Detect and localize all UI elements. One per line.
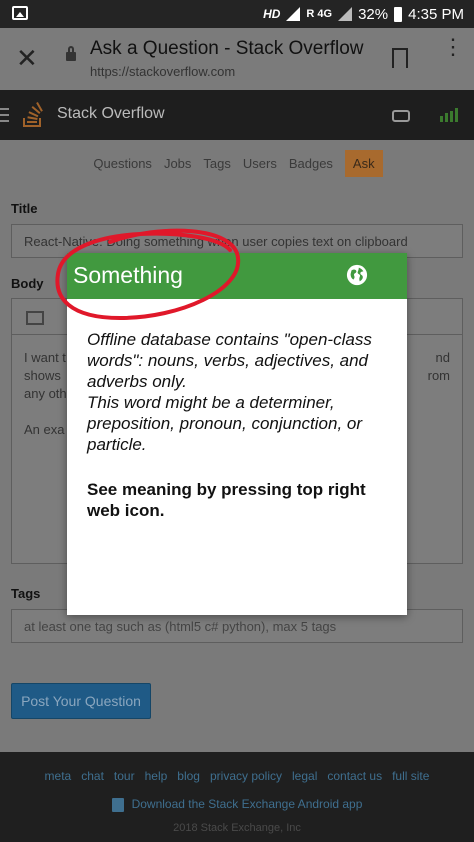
image-notification-icon xyxy=(12,6,28,20)
phone-icon xyxy=(111,797,124,812)
nav-users[interactable]: Users xyxy=(241,150,279,177)
nav-jobs[interactable]: Jobs xyxy=(162,150,193,177)
footer-link-legal[interactable]: legal xyxy=(292,769,317,783)
footer-link-tour[interactable]: tour xyxy=(114,769,135,783)
popup-message-line-2: This word might be a determiner, preposi… xyxy=(87,393,363,454)
popup-hint: See meaning by pressing top right web ic… xyxy=(87,480,366,520)
nav-ask[interactable]: Ask xyxy=(344,150,383,177)
footer-links: meta chat tour help blog privacy policy … xyxy=(0,769,474,783)
body-line-2-end: rom xyxy=(427,368,450,383)
popup-word: Something xyxy=(73,262,183,288)
reputation-icon[interactable] xyxy=(440,108,460,122)
tags-label: Tags xyxy=(11,586,41,601)
popup-header: Something xyxy=(67,253,407,299)
browser-url[interactable]: https://stackoverflow.com xyxy=(90,64,235,79)
site-nav: Questions Jobs Tags Users Badges Ask xyxy=(0,150,474,177)
nav-tags[interactable]: Tags xyxy=(201,150,232,177)
stackoverflow-logo-icon[interactable] xyxy=(22,100,44,128)
battery-icon xyxy=(394,6,403,22)
download-app-link[interactable]: Download the Stack Exchange Android app xyxy=(0,797,474,812)
title-label: Title xyxy=(11,201,38,216)
browser-toolbar: ✕ Ask a Question - Stack Overflow https:… xyxy=(0,28,474,90)
popup-message-line-1: Offline database contains "open-class wo… xyxy=(87,330,372,391)
copyright: 2018 Stack Exchange, Inc xyxy=(173,822,301,834)
site-header: Stack Overflow xyxy=(0,90,474,140)
nav-badges[interactable]: Badges xyxy=(287,150,335,177)
footer-link-chat[interactable]: chat xyxy=(81,769,104,783)
hd-indicator: HD xyxy=(263,7,281,21)
body-label: Body xyxy=(11,276,44,291)
network-type: R 4G xyxy=(306,8,333,20)
footer-link-meta[interactable]: meta xyxy=(45,769,72,783)
body-line-1: I want t xyxy=(24,350,66,365)
signal-icon xyxy=(286,7,301,21)
lock-icon xyxy=(66,46,76,61)
post-question-button[interactable]: Post Your Question xyxy=(11,683,151,719)
dictionary-popup: Something Offline database contains "ope… xyxy=(67,253,407,615)
bookmark-icon[interactable] xyxy=(392,48,408,70)
web-globe-icon[interactable] xyxy=(346,264,368,286)
status-bar: HD R 4G 32% 4:35 PM xyxy=(0,0,474,28)
body-line-1-end: nd xyxy=(435,350,450,365)
battery-percent: 32% xyxy=(358,5,389,23)
footer-link-privacy[interactable]: privacy policy xyxy=(210,769,282,783)
nav-questions[interactable]: Questions xyxy=(91,150,154,177)
popup-message: Offline database contains "open-class wo… xyxy=(87,329,397,455)
close-icon[interactable]: ✕ xyxy=(16,44,38,72)
status-icons: HD R 4G 32% 4:35 PM xyxy=(263,0,464,28)
footer-link-help[interactable]: help xyxy=(145,769,168,783)
clock: 4:35 PM xyxy=(408,5,464,23)
more-options-icon[interactable]: ⋮ xyxy=(442,36,464,58)
footer-link-full-site[interactable]: full site xyxy=(392,769,429,783)
site-footer: meta chat tour help blog privacy policy … xyxy=(0,752,474,842)
menu-icon[interactable] xyxy=(0,108,9,122)
inbox-icon[interactable] xyxy=(392,110,410,122)
browser-page-title: Ask a Question - Stack Overflow xyxy=(90,38,364,59)
footer-link-contact[interactable]: contact us xyxy=(327,769,382,783)
footer-link-blog[interactable]: blog xyxy=(177,769,200,783)
download-app-text: Download the Stack Exchange Android app xyxy=(131,797,363,811)
site-name[interactable]: Stack Overflow xyxy=(57,105,165,123)
body-line-2: shows xyxy=(24,368,61,383)
insert-image-icon[interactable] xyxy=(26,311,44,325)
signal-icon-2 xyxy=(338,7,353,21)
